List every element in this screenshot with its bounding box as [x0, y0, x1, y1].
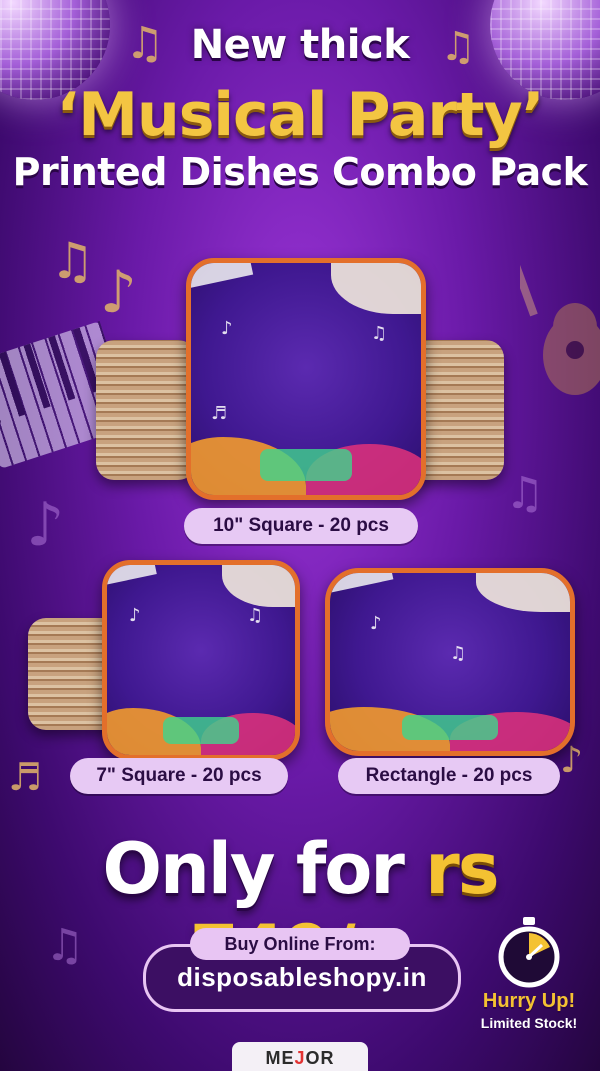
- music-note-icon: ♪: [100, 258, 138, 326]
- urgency-title: Hurry Up!: [482, 990, 576, 1012]
- poster: ♫ ♫ ♫ ♪ ♪ ♫ ♬ ♪ ♫ New thick ‘Musical Par…: [0, 0, 600, 1071]
- urgency-badge: Hurry Up! Limited Stock!: [458, 990, 600, 1031]
- headline-line-2: ‘Musical Party’: [56, 80, 544, 150]
- plate-image: ♪ ♫ ♬: [186, 258, 426, 500]
- stopwatch-icon: [498, 917, 560, 988]
- size-label: 10" Square - 20 pcs: [184, 508, 418, 544]
- music-note-icon: ♬: [8, 755, 43, 799]
- headline-line-3: Printed Dishes Combo Pack: [12, 150, 588, 194]
- brand-logo: MEJOR: [265, 1048, 335, 1068]
- headline-line-1: New thick: [190, 22, 410, 68]
- size-label: Rectangle - 20 pcs: [338, 758, 560, 794]
- brand-tab: MEJOR: [232, 1042, 368, 1071]
- plate-stack: [96, 340, 196, 480]
- size-label: 7" Square - 20 pcs: [70, 758, 288, 794]
- guitar-icon: [520, 229, 600, 395]
- urgency-subtitle: Limited Stock!: [480, 1015, 578, 1031]
- buy-online-label: Buy Online From:: [190, 928, 410, 960]
- plate-image: ♪ ♫: [325, 568, 575, 756]
- price-prefix: Only for: [102, 828, 405, 910]
- music-note-icon: ♫: [505, 468, 545, 519]
- music-note-icon: ♪: [26, 490, 65, 560]
- music-note-icon: ♫: [50, 232, 95, 290]
- plate-image: ♪ ♫: [102, 560, 300, 760]
- website-link[interactable]: disposableshopy.in: [143, 962, 461, 993]
